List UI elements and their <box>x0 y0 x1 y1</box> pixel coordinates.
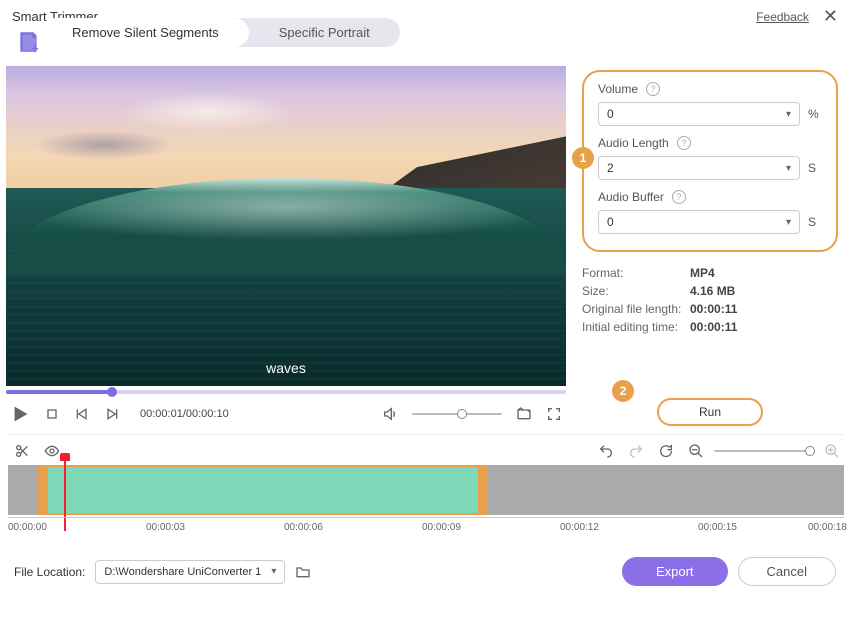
zoom-slider[interactable] <box>714 450 814 452</box>
annotation-badge-1: 1 <box>572 147 594 169</box>
audio-buffer-unit: S <box>808 215 822 229</box>
tab-specific-portrait[interactable]: Specific Portrait <box>249 18 400 47</box>
reset-icon[interactable] <box>658 443 674 459</box>
tab-remove-silent[interactable]: Remove Silent Segments <box>42 18 249 47</box>
audio-buffer-label: Audio Buffer <box>598 190 664 204</box>
audio-length-unit: S <box>808 161 822 175</box>
video-preview[interactable]: waves <box>6 66 566 386</box>
timeline-clip[interactable] <box>38 465 488 515</box>
audio-length-select[interactable]: 2▾ <box>598 156 800 180</box>
volume-label: Volume <box>598 82 638 96</box>
undo-icon[interactable] <box>598 443 614 459</box>
clip-handle-right[interactable] <box>478 467 488 513</box>
audio-buffer-select[interactable]: 0▾ <box>598 210 800 234</box>
cancel-button[interactable]: Cancel <box>738 557 836 586</box>
scrub-handle[interactable] <box>107 387 117 397</box>
caption-text: waves <box>266 360 306 376</box>
chevron-down-icon: ▾ <box>786 109 791 120</box>
svg-text:+: + <box>31 41 39 55</box>
visibility-icon[interactable] <box>44 443 60 459</box>
scrub-bar[interactable] <box>6 390 566 394</box>
volume-unit: % <box>808 107 822 121</box>
stop-icon[interactable] <box>44 406 60 422</box>
next-frame-icon[interactable] <box>104 406 120 422</box>
redo-icon[interactable] <box>628 443 644 459</box>
app-logo-icon: + <box>16 29 42 58</box>
volume-icon[interactable] <box>382 406 398 422</box>
help-icon[interactable]: ? <box>677 136 691 150</box>
run-button[interactable]: Run <box>657 398 763 426</box>
size-value: 4.16 MB <box>690 284 735 298</box>
play-icon[interactable] <box>10 404 30 424</box>
orig-length-value: 00:00:11 <box>690 302 737 316</box>
volume-select[interactable]: 0▾ <box>598 102 800 126</box>
snapshot-icon[interactable] <box>516 406 532 422</box>
volume-slider[interactable] <box>412 413 502 415</box>
format-value: MP4 <box>690 266 715 280</box>
time-ruler: 00:00:00 00:00:03 00:00:06 00:00:09 00:0… <box>8 517 844 537</box>
cut-icon[interactable] <box>14 443 30 459</box>
zoom-in-icon[interactable] <box>824 443 840 459</box>
timeline-track[interactable] <box>8 465 844 515</box>
file-info: Format:MP4 Size:4.16 MB Original file le… <box>582 266 838 334</box>
mode-tabs: Remove Silent Segments Specific Portrait <box>42 18 400 47</box>
clip-handle-left[interactable] <box>38 467 48 513</box>
playback-time: 00:00:01/00:00:10 <box>140 408 229 420</box>
chevron-down-icon: ▾ <box>786 163 791 174</box>
zoom-out-icon[interactable] <box>688 443 704 459</box>
annotation-badge-2: 2 <box>612 380 634 402</box>
edit-time-value: 00:00:11 <box>690 320 737 334</box>
file-location-select[interactable]: D:\Wondershare UniConverter 1▾ <box>95 560 285 584</box>
file-location-label: File Location: <box>14 565 85 579</box>
folder-icon[interactable] <box>295 564 311 580</box>
fullscreen-icon[interactable] <box>546 406 562 422</box>
prev-frame-icon[interactable] <box>74 406 90 422</box>
chevron-down-icon: ▾ <box>271 566 276 577</box>
chevron-down-icon: ▾ <box>786 217 791 228</box>
audio-length-label: Audio Length <box>598 136 669 150</box>
close-icon[interactable]: ✕ <box>823 6 838 27</box>
feedback-link[interactable]: Feedback <box>756 10 809 24</box>
help-icon[interactable]: ? <box>672 190 686 204</box>
help-icon[interactable]: ? <box>646 82 660 96</box>
audio-settings-panel: 1 Volume? 0▾ % Audio Length? 2▾ S Audio … <box>582 70 838 252</box>
export-button[interactable]: Export <box>622 557 728 586</box>
